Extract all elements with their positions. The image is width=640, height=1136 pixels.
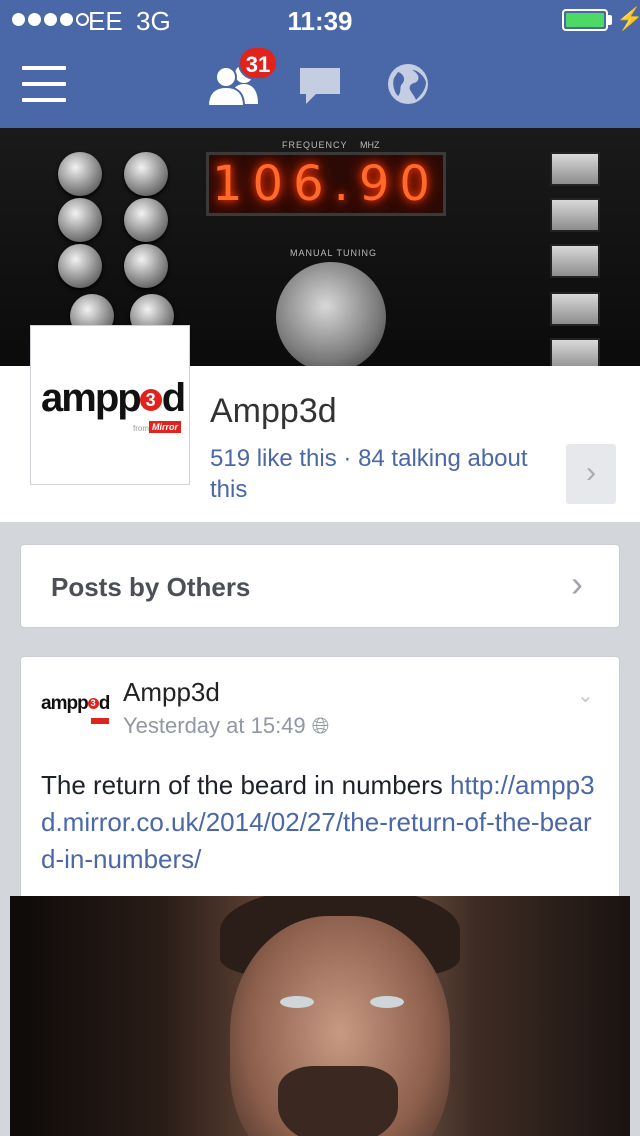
page-title[interactable]: Ampp3d [210, 392, 337, 431]
messages-icon[interactable] [298, 64, 342, 108]
page-profile-picture[interactable]: ampp 3 d from Mirror [30, 325, 190, 485]
post-link-image[interactable] [10, 896, 630, 1136]
hamburger-icon[interactable] [22, 66, 66, 102]
post-message: The return of the beard in numbers http:… [41, 770, 595, 874]
battery-icon [562, 9, 608, 31]
radio-knob [124, 244, 168, 288]
posts-by-others-label: Posts by Others [51, 572, 251, 602]
radio-switch [550, 198, 600, 232]
radio-knob [58, 198, 102, 242]
top-bar: EE 3G 11:39 ⚡ 31 [0, 0, 640, 128]
post-author-avatar[interactable]: ampp 3 d [41, 693, 113, 733]
status-bar: EE 3G 11:39 ⚡ [0, 0, 640, 40]
frequency-label: FREQUENCY [282, 140, 348, 150]
radio-switch [550, 152, 600, 186]
mhz-label: MHZ [360, 140, 380, 150]
radio-knob [58, 244, 102, 288]
post-author-name[interactable]: Ampp3d [123, 677, 220, 708]
logo-from-text: from [133, 424, 149, 433]
chevron-right-icon[interactable]: › [566, 444, 616, 504]
manual-tuning-label: MANUAL TUNING [290, 248, 378, 258]
radio-knob [58, 152, 102, 196]
radio-switch [550, 244, 600, 278]
radio-knob [124, 152, 168, 196]
battery-tip [608, 15, 612, 25]
friend-requests-badge: 31 [238, 46, 278, 80]
radio-switch [550, 338, 600, 366]
lightning-icon: ⚡ [616, 6, 640, 31]
post-timestamp[interactable]: Yesterday at 15:49 🌐︎ [123, 713, 329, 739]
tuning-knob [276, 262, 386, 366]
ampp3d-logo: ampp 3 d [41, 376, 186, 420]
page-stats-link[interactable]: 519 like this · 84 talking about this [210, 443, 540, 505]
status-time: 11:39 [287, 6, 353, 36]
chevron-right-icon: › [571, 563, 583, 604]
mirror-logo: Mirror [149, 421, 182, 433]
frequency-display: 106.90 [206, 152, 446, 216]
globe-icon: 🌐︎ [311, 713, 330, 738]
posts-by-others-row[interactable]: Posts by Others › [20, 544, 620, 628]
globe-icon[interactable] [386, 62, 430, 106]
radio-knob [124, 198, 168, 242]
chevron-down-icon[interactable]: ⌄ [577, 683, 594, 708]
radio-switch [550, 292, 600, 326]
